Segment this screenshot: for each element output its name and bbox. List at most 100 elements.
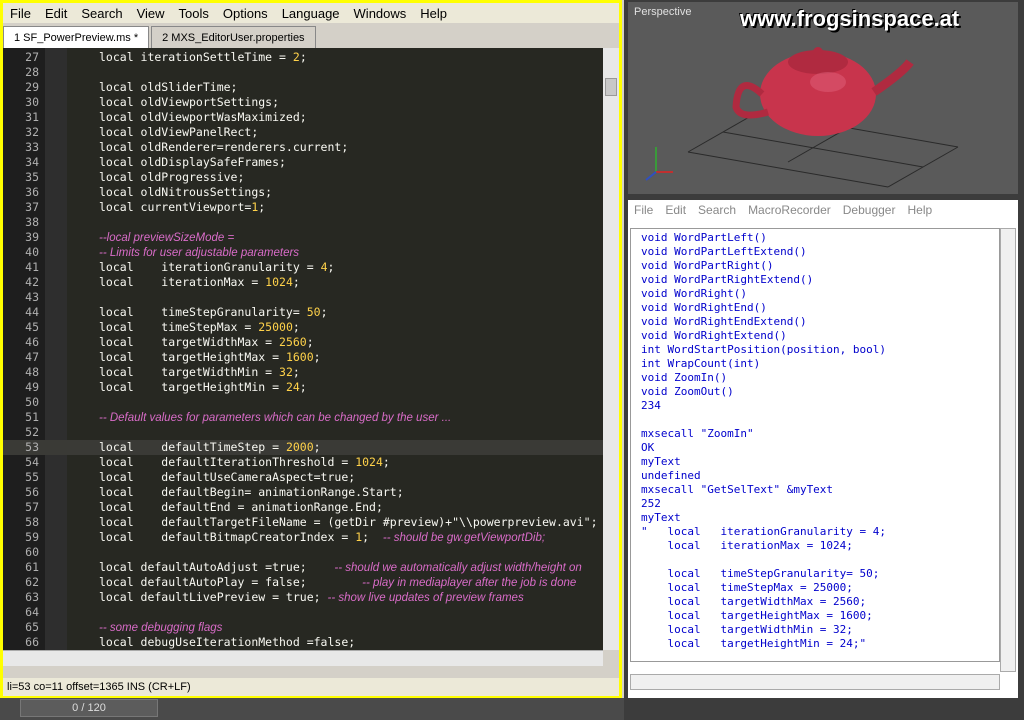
listener-line: local targetWidthMax = 2560;	[641, 595, 867, 608]
line-number: 48	[25, 365, 39, 379]
teapot-image	[645, 47, 959, 188]
line-number: 36	[25, 185, 39, 199]
code-line: 29 local oldSliderTime;	[3, 80, 603, 95]
line-number: 30	[25, 95, 39, 109]
line-number: 32	[25, 125, 39, 139]
code-line: 48 local targetWidthMin = 32;	[3, 365, 603, 380]
line-number: 31	[25, 110, 39, 124]
menu-item-options[interactable]: Options	[216, 6, 275, 21]
menu-item-windows[interactable]: Windows	[347, 6, 414, 21]
line-number: 43	[25, 290, 39, 304]
listener-line: local targetHeightMin = 24;"	[641, 637, 867, 650]
code-line: 40 -- Limits for user adjustable paramete…	[3, 245, 603, 260]
code-line: 60	[3, 545, 603, 560]
listener-horizontal-scrollbar[interactable]	[630, 674, 1000, 690]
code-line: 50	[3, 395, 603, 410]
menu-item-language[interactable]: Language	[275, 6, 347, 21]
listener-vertical-scrollbar[interactable]	[1000, 228, 1016, 672]
axis-gizmo	[645, 147, 673, 181]
line-number: 66	[25, 635, 39, 649]
code-line: 63 local defaultLivePreview = true; -- sh…	[3, 590, 603, 605]
menu-item-search[interactable]: Search	[74, 6, 129, 21]
tab-1[interactable]: 1 SF_PowerPreview.ms *	[3, 26, 150, 48]
code-text: local defaultUseCameraAspect=true;	[99, 470, 356, 484]
line-number: 60	[25, 545, 39, 559]
scroll-thumb[interactable]	[605, 78, 617, 96]
line-number: 35	[25, 170, 39, 184]
code-text: local iterationSettleTime = 2;	[99, 50, 307, 64]
code-line: 61 local defaultAutoAdjust =true; -- shou…	[3, 560, 603, 575]
line-number: 54	[25, 455, 39, 469]
code-line: 57 local defaultEnd = animationRange.End;	[3, 500, 603, 515]
editor-vertical-scrollbar[interactable]	[603, 48, 619, 650]
code-text: local debugUseIterationMethod =false;	[99, 635, 356, 649]
menu-item-file[interactable]: File	[3, 6, 38, 21]
code-text: local currentViewport=1;	[99, 200, 266, 214]
code-text: local oldNitrousSettings;	[99, 185, 273, 199]
code-text: local defaultAutoPlay = false; -- play i…	[99, 575, 577, 589]
code-line: 47 local targetHeightMax = 1600;	[3, 350, 603, 365]
listener-menu-help[interactable]: Help	[901, 203, 938, 217]
listener-line: myText	[641, 511, 681, 524]
editor-horizontal-scrollbar[interactable]	[3, 650, 603, 666]
listener-menu-file[interactable]: File	[628, 203, 659, 217]
listener-menu-macrorecorder[interactable]: MacroRecorder	[742, 203, 837, 217]
line-number: 44	[25, 305, 39, 319]
listener-line: mxsecall "GetSelText" &myText	[641, 483, 834, 496]
listener-line: void WordPartLeft()	[641, 231, 767, 244]
tab-2[interactable]: 2 MXS_EditorUser.properties	[151, 26, 316, 48]
code-line: 51 -- Default values for parameters which…	[3, 410, 603, 425]
listener-line: mxsecall "ZoomIn"	[641, 427, 754, 440]
listener-line: myText	[641, 455, 681, 468]
code-line: 58 local defaultTargetFileName = (getDir …	[3, 515, 603, 530]
code-line: 56 local defaultBegin= animationRange.Sta…	[3, 485, 603, 500]
listener-line: void WordPartLeftExtend()	[641, 245, 807, 258]
code-text: local timeStepGranularity= 50;	[99, 305, 328, 319]
3d-viewport[interactable]: Perspective www.frogsinspace.at	[628, 2, 1018, 194]
code-line: 52	[3, 425, 603, 440]
code-text: local targetHeightMin = 24;	[99, 380, 307, 394]
listener-line: void WordRightEndExtend()	[641, 315, 807, 328]
code-line: 49 local targetHeightMin = 24;	[3, 380, 603, 395]
code-line: 42 local iterationMax = 1024;	[3, 275, 603, 290]
code-line: 39 --local previewSizeMode =	[3, 230, 603, 245]
listener-line: void WordRightExtend()	[641, 329, 787, 342]
line-number: 55	[25, 470, 39, 484]
menu-item-help[interactable]: Help	[413, 6, 454, 21]
line-number: 53	[25, 440, 39, 454]
code-line: 36 local oldNitrousSettings;	[3, 185, 603, 200]
listener-line: local targetHeightMax = 1600;	[641, 609, 873, 622]
code-text: local defaultBegin= animationRange.Start…	[99, 485, 404, 499]
menu-item-edit[interactable]: Edit	[38, 6, 74, 21]
listener-menu-edit[interactable]: Edit	[659, 203, 692, 217]
code-line: 27 local iterationSettleTime = 2;	[3, 50, 603, 65]
code-line: 43	[3, 290, 603, 305]
tab-bar: 1 SF_PowerPreview.ms * 2 MXS_EditorUser.p…	[3, 24, 619, 48]
code-line: 64	[3, 605, 603, 620]
page-counter[interactable]: 0 / 120	[20, 699, 158, 717]
listener-line: undefined	[641, 469, 701, 482]
code-text: local oldViewportWasMaximized;	[99, 110, 307, 124]
code-line: 46 local targetWidthMax = 2560;	[3, 335, 603, 350]
code-text: --local previewSizeMode =	[99, 232, 235, 244]
code-text: -- Limits for user adjustable parameters	[99, 247, 300, 259]
line-number: 56	[25, 485, 39, 499]
menu-item-view[interactable]: View	[130, 6, 172, 21]
code-text: local iterationMax = 1024;	[99, 275, 300, 289]
code-line: 37 local currentViewport=1;	[3, 200, 603, 215]
listener-menu-search[interactable]: Search	[692, 203, 742, 217]
line-number: 59	[25, 530, 39, 544]
listener-menu-debugger[interactable]: Debugger	[837, 203, 902, 217]
listener-output[interactable]: void WordPartLeft() void WordPartLeftExte…	[630, 228, 1000, 662]
line-number: 65	[25, 620, 39, 634]
code-line: 30 local oldViewportSettings;	[3, 95, 603, 110]
listener-line: int WordStartPosition(position, bool)	[641, 343, 887, 356]
line-number: 42	[25, 275, 39, 289]
line-number: 40	[25, 245, 39, 259]
code-text: -- Default values for parameters which c…	[99, 412, 452, 424]
line-number: 62	[25, 575, 39, 589]
code-editor[interactable]: 27 local iterationSettleTime = 2; 28 29 loca…	[3, 48, 603, 650]
code-text: local defaultEnd = animationRange.End;	[99, 500, 383, 514]
code-text: local targetWidthMax = 2560;	[99, 335, 314, 349]
menu-item-tools[interactable]: Tools	[172, 6, 216, 21]
